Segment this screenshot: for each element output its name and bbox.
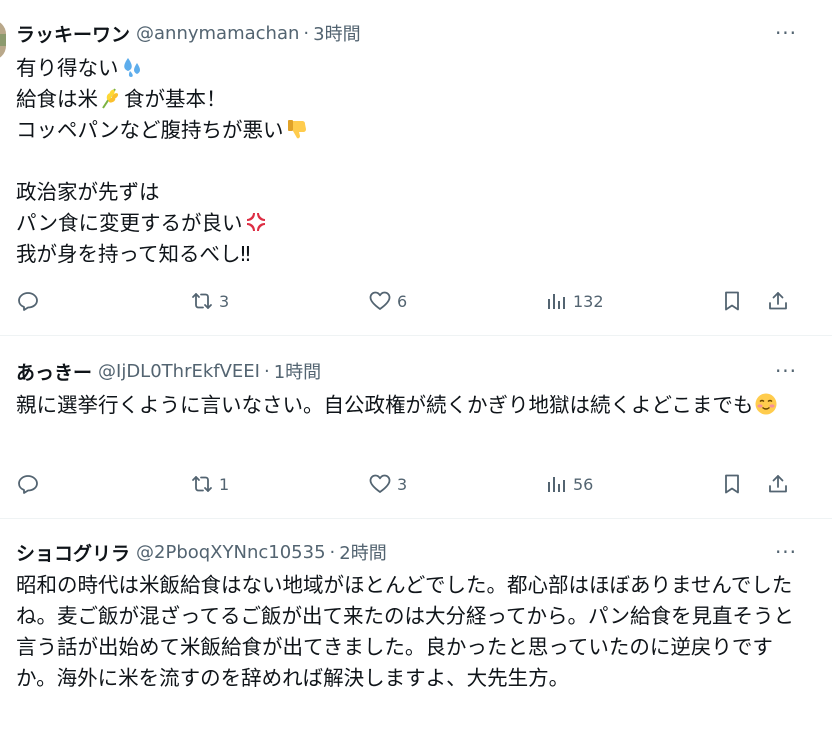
- repost-button[interactable]: 3: [190, 286, 229, 316]
- repost-count: 3: [219, 291, 230, 311]
- like-button[interactable]: 3: [368, 469, 407, 499]
- timestamp[interactable]: 3時間: [313, 20, 360, 46]
- more-options-icon[interactable]: ···: [768, 359, 804, 383]
- reply-button[interactable]: [16, 286, 45, 316]
- user-handle[interactable]: @2PboqXYNnc10535: [136, 542, 326, 563]
- share-icon: [769, 292, 787, 310]
- share-button[interactable]: [766, 286, 790, 316]
- repost-icon: [192, 476, 212, 492]
- rice-stalk-icon: [102, 88, 119, 109]
- sweat-droplets-icon: [123, 58, 140, 77]
- reply-icon: [18, 292, 38, 311]
- tweet-line: パン食に変更するが良い: [16, 211, 243, 235]
- views-count: 132: [573, 291, 604, 311]
- action-bar: 1 3 56: [16, 469, 806, 499]
- thumbs-down-icon: [287, 120, 306, 139]
- anger-symbol-icon: [246, 213, 265, 231]
- bookmark-icon: [725, 474, 739, 494]
- separator: ·: [303, 22, 310, 44]
- timestamp[interactable]: 2時間: [339, 539, 386, 565]
- tweet-line: 給食は米: [16, 87, 98, 111]
- repost-button[interactable]: 1: [190, 469, 229, 499]
- views-button[interactable]: 132: [544, 286, 604, 316]
- repost-count: 1: [219, 474, 230, 494]
- display-name[interactable]: ラッキーワン: [16, 20, 130, 47]
- smiling-blush-face-icon: [755, 393, 777, 415]
- separator: ·: [329, 541, 336, 563]
- share-button[interactable]: [766, 469, 790, 499]
- repost-icon: [192, 293, 212, 309]
- tweet-text-content: 親に選挙行くように言いなさい。自公政権が続くかぎり地獄は続くよどこまでも: [16, 393, 754, 417]
- heart-icon: [369, 291, 391, 310]
- like-count: 6: [397, 291, 408, 311]
- tweet-text: 昭和の時代は米飯給食はない地域がほとんどでした。都心部はほぼありませんでしたね。…: [16, 573, 794, 690]
- views-count: 56: [573, 474, 594, 494]
- analytics-icon: [548, 294, 565, 309]
- views-button[interactable]: 56: [544, 469, 593, 499]
- avatar[interactable]: [0, 20, 6, 60]
- action-bar: 3 6 132: [16, 286, 806, 316]
- like-count: 3: [397, 474, 408, 494]
- user-handle[interactable]: @annymamachan: [136, 23, 299, 44]
- display-name[interactable]: あっきー: [16, 358, 92, 385]
- tweet-line: 食が基本！: [124, 87, 227, 111]
- tweet-header: あっきー @IjDL0ThrEkfVEEI · 1時間: [16, 358, 321, 385]
- bookmark-icon: [725, 291, 739, 311]
- timestamp[interactable]: 1時間: [274, 358, 321, 384]
- heart-icon: [369, 474, 391, 493]
- tweet-line: 我が身を持って知るべし‼: [16, 242, 251, 266]
- tweet-line: 有り得ない: [16, 56, 119, 80]
- reply-icon: [18, 475, 38, 494]
- separator: ·: [263, 360, 270, 382]
- like-button[interactable]: 6: [368, 286, 407, 316]
- share-icon: [769, 475, 787, 493]
- tweet-text: 有り得ない 給食は米 食が基本！ コッペパンなど腹持ちが悪い 政治家が先ずは パン…: [16, 53, 796, 270]
- bookmark-button[interactable]: [720, 469, 744, 499]
- reply-button[interactable]: [16, 469, 45, 499]
- tweet-header: ラッキーワン @annymamachan · 3時間: [16, 20, 361, 47]
- tweet-text: 親に選挙行くように言いなさい。自公政権が続くかぎり地獄は続くよどこまでも: [16, 390, 796, 421]
- more-options-icon[interactable]: ···: [768, 21, 804, 45]
- tweet-2[interactable]: あっきー @IjDL0ThrEkfVEEI · 1時間 ··· 親に選挙行くよう…: [0, 336, 832, 519]
- user-handle[interactable]: @IjDL0ThrEkfVEEI: [98, 361, 260, 382]
- tweet-1[interactable]: ラッキーワン @annymamachan · 3時間 ··· 有り得ない 給食は…: [0, 0, 832, 336]
- tweet-line: 政治家が先ずは: [16, 180, 160, 204]
- tweet-header: ショコグリラ @2PboqXYNnc10535 · 2時間: [16, 539, 387, 566]
- tweet-3[interactable]: ショコグリラ @2PboqXYNnc10535 · 2時間 ··· 昭和の時代は…: [0, 519, 832, 730]
- display-name[interactable]: ショコグリラ: [16, 539, 130, 566]
- tweet-line: コッペパンなど腹持ちが悪い: [16, 118, 284, 142]
- more-options-icon[interactable]: ···: [768, 540, 804, 564]
- analytics-icon: [548, 477, 565, 492]
- bookmark-button[interactable]: [720, 286, 744, 316]
